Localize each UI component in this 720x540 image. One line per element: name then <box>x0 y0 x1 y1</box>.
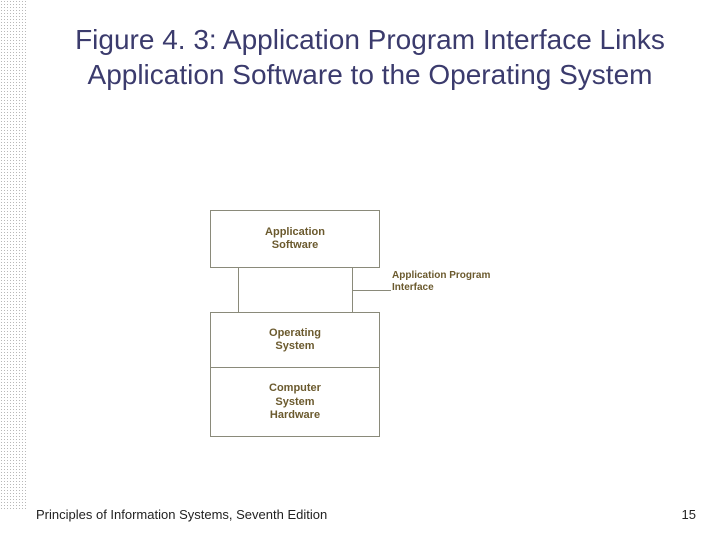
footer-source: Principles of Information Systems, Seven… <box>36 507 327 522</box>
api-diagram: Application Software Application Program… <box>180 210 540 470</box>
figure-title: Figure 4. 3: Application Program Interfa… <box>40 22 700 92</box>
box-label: Operating <box>211 327 379 340</box>
api-label-line: Application Program <box>392 270 532 282</box>
box-computer-hardware: Computer System Hardware <box>211 368 379 436</box>
box-label: Software <box>272 239 318 252</box>
api-label-line: Interface <box>392 282 532 294</box>
api-label: Application Program Interface <box>392 270 532 294</box>
box-label: System <box>211 396 379 409</box>
api-pointer-line <box>353 290 391 291</box>
page-number: 15 <box>682 507 696 522</box>
box-label: Hardware <box>211 409 379 422</box>
slide: Figure 4. 3: Application Program Interfa… <box>0 0 720 540</box>
box-operating-system: Operating System <box>211 313 379 368</box>
box-application-software: Application Software <box>210 210 380 268</box>
box-label: System <box>211 340 379 353</box>
left-dot-strip <box>0 0 26 510</box>
box-label: Computer <box>211 382 379 395</box>
box-label: Application <box>265 226 325 239</box>
connector-line <box>238 268 239 312</box>
box-stack: Operating System Computer System Hardwar… <box>210 312 380 437</box>
